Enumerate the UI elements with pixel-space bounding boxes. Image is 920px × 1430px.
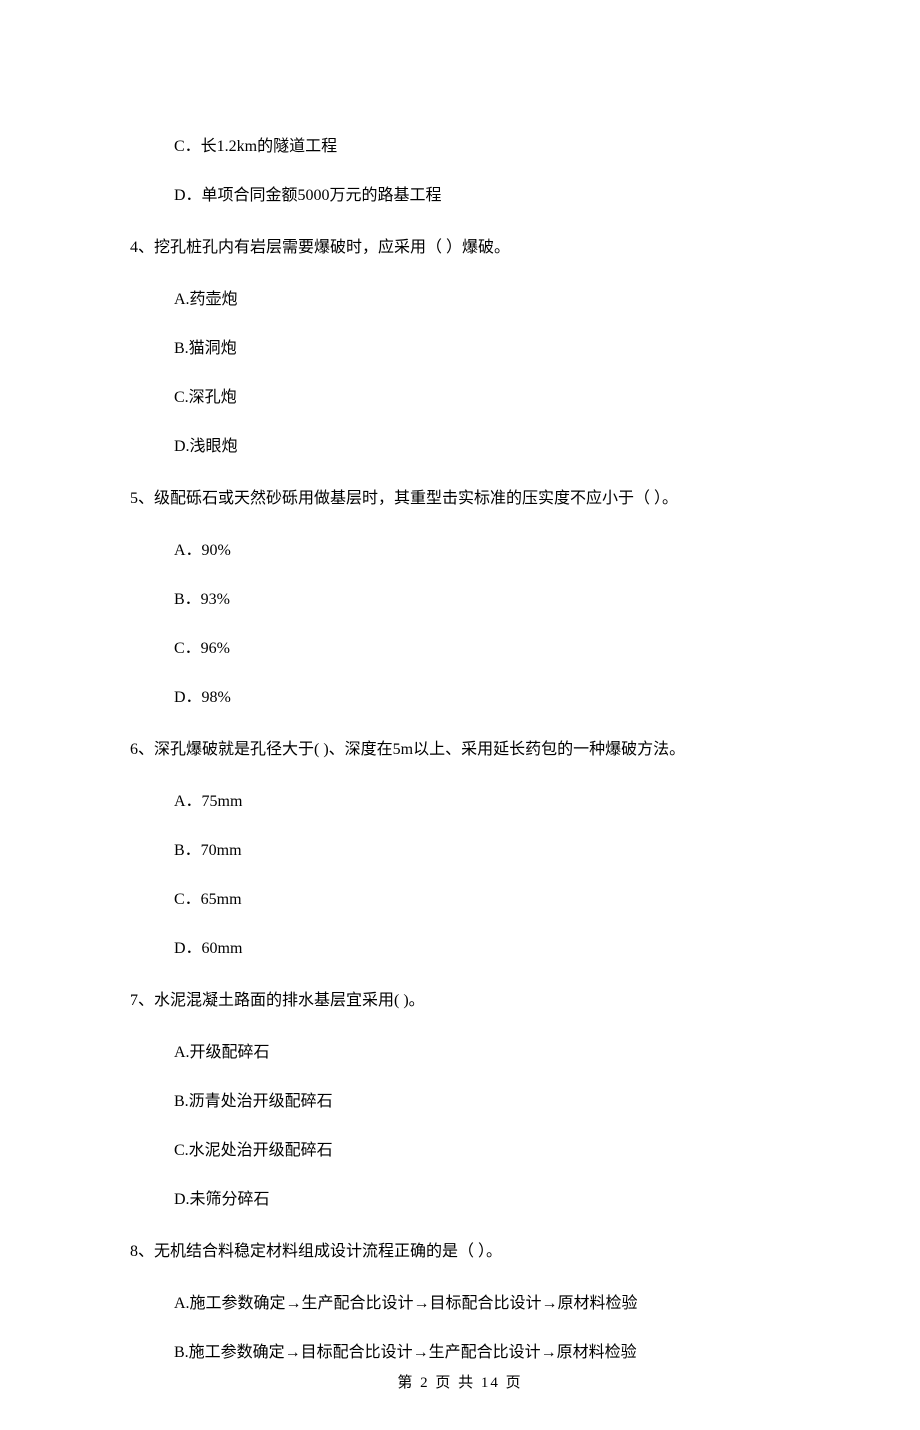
question-5-option-c: C．96% [130, 637, 790, 661]
question-7-option-b: B.沥青处治开级配碎石 [130, 1090, 790, 1114]
question-6-option-d: D．60mm [130, 937, 790, 961]
question-7-option-a: A.开级配碎石 [130, 1041, 790, 1065]
document-page: C．长1.2km的隧道工程 D．单项合同金额5000万元的路基工程 4、挖孔桩孔… [0, 0, 920, 1430]
question-7-stem: 7、水泥混凝土路面的排水基层宜采用( )。 [130, 989, 790, 1013]
question-4-option-c: C.深孔炮 [130, 386, 790, 410]
question-5-option-a: A．90% [130, 539, 790, 563]
question-4-stem: 4、挖孔桩孔内有岩层需要爆破时，应采用（ ）爆破。 [130, 236, 790, 260]
question-7-option-d: D.未筛分碎石 [130, 1188, 790, 1212]
question-4-option-b: B.猫洞炮 [130, 337, 790, 361]
question-7-option-c: C.水泥处治开级配碎石 [130, 1139, 790, 1163]
question-8-option-b: B.施工参数确定→目标配合比设计→生产配合比设计→原材料检验 [130, 1341, 790, 1365]
question-8-stem: 8、无机结合料稳定材料组成设计流程正确的是（ ）。 [130, 1240, 790, 1264]
question-5-stem: 5、级配砾石或天然砂砾用做基层时，其重型击实标准的压实度不应小于（ ）。 [130, 487, 790, 511]
question-6-option-a: A．75mm [130, 790, 790, 814]
page-footer: 第 2 页 共 14 页 [0, 1372, 920, 1395]
question-4-option-d: D.浅眼炮 [130, 435, 790, 459]
question-5-option-d: D．98% [130, 686, 790, 710]
question-6-stem: 6、深孔爆破就是孔径大于( )、深度在5m以上、采用延长药包的一种爆破方法。 [130, 738, 790, 762]
question-6-option-c: C．65mm [130, 888, 790, 912]
option-d: D．单项合同金额5000万元的路基工程 [130, 184, 790, 208]
option-c: C．长1.2km的隧道工程 [130, 135, 790, 159]
question-5-option-b: B．93% [130, 588, 790, 612]
question-4-option-a: A.药壶炮 [130, 288, 790, 312]
question-8-option-a: A.施工参数确定→生产配合比设计→目标配合比设计→原材料检验 [130, 1292, 790, 1316]
question-6-option-b: B．70mm [130, 839, 790, 863]
